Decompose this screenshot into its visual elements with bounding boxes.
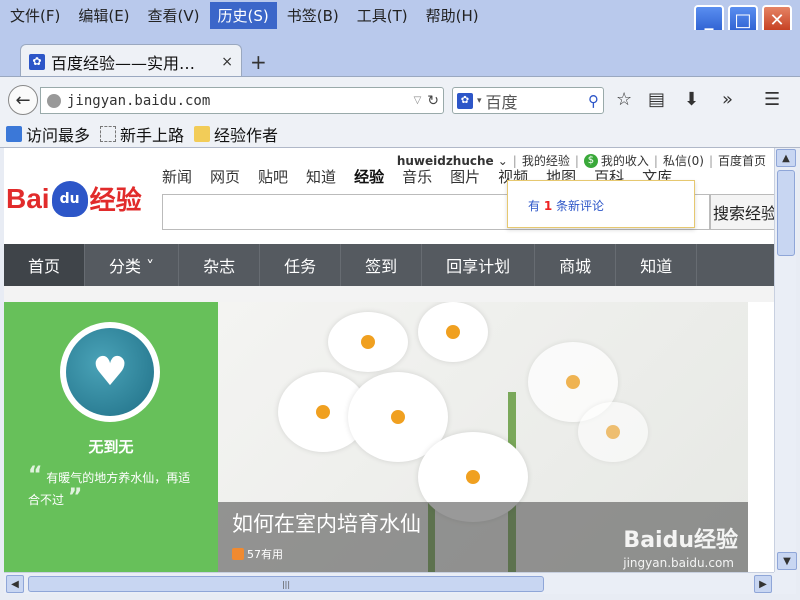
mainnav-checkin[interactable]: 签到 — [341, 244, 423, 286]
main-nav: 首页 分类 ˅ 杂志 任务 签到 回享计划 商城 知道 — [4, 244, 774, 286]
notice-text: 有 — [528, 199, 544, 213]
bookmark-label: 经验作者 — [214, 125, 279, 145]
search-input[interactable]: 百度 — [486, 89, 588, 113]
author-name[interactable]: 无到无 — [4, 436, 218, 457]
horizontal-scroll-thumb[interactable]: ||| — [28, 576, 544, 592]
tab-title: 百度经验——实用… — [51, 53, 196, 73]
mainnav-mall[interactable]: 商城 — [535, 244, 617, 286]
menu-file[interactable]: 文件(F) — [2, 2, 68, 29]
bookmark-most-visited[interactable]: 访问最多 — [6, 122, 90, 146]
engine-dropdown-icon[interactable]: ▾ — [477, 96, 482, 106]
bookmark-author[interactable]: 经验作者 — [194, 122, 278, 146]
reload-icon[interactable]: ↻ — [427, 93, 439, 109]
hamburger-menu-icon[interactable]: ☰ — [764, 89, 780, 110]
logo-text: 经验 — [89, 186, 142, 216]
browser-tab[interactable]: ✿ 百度经验——实用… × — [20, 44, 242, 78]
notification-popup[interactable]: 有 1 条新评论 — [507, 180, 695, 228]
search-engine-icon[interactable]: ✿ — [457, 92, 473, 109]
bookmark-getting-started[interactable]: 新手上路 — [100, 122, 184, 146]
url-text[interactable]: jingyan.baidu.com — [67, 93, 414, 109]
bookmarks-bar: 访问最多 新手上路 经验作者 — [0, 120, 800, 148]
vertical-scrollbar[interactable]: ▲ ▼ — [774, 148, 797, 572]
search-experience-button[interactable]: 搜索经验 — [710, 194, 774, 230]
logo-text: Bai — [6, 182, 50, 214]
baidu-favicon-icon: ✿ — [29, 53, 45, 70]
new-tab-button[interactable]: + — [250, 50, 267, 74]
thumbs-up-icon — [232, 548, 244, 560]
url-dropdown-icon[interactable]: ▽ — [414, 95, 422, 106]
daffodil-flower — [418, 302, 488, 362]
menu-help[interactable]: 帮助(H) — [418, 2, 487, 29]
topnav-web[interactable]: 网页 — [210, 166, 240, 187]
menu-tools[interactable]: 工具(T) — [349, 2, 416, 29]
author-quote: “ 有暖气的地方养水仙，再适合不过 ” — [28, 463, 198, 510]
logo-paw: du — [51, 180, 88, 217]
menu-edit[interactable]: 编辑(E) — [70, 2, 137, 29]
daffodil-flower — [578, 402, 648, 462]
notice-text: 条新评论 — [552, 199, 605, 213]
folder-icon — [194, 125, 211, 142]
navigation-bar: ← jingyan.baidu.com ▽ ↻ ✿ ▾ 百度 ⚲ ☆ ▤ ⬇ »… — [0, 76, 800, 120]
scroll-down-arrow-icon[interactable]: ▼ — [777, 552, 797, 570]
quote-text: 有暖气的地方养水仙，再适合不过 — [28, 471, 191, 507]
topnav-jingyan[interactable]: 经验 — [354, 166, 384, 187]
close-quote-icon: ” — [67, 485, 83, 510]
menu-bar: 文件(F) 编辑(E) 查看(V) 历史(S) 书签(B) 工具(T) 帮助(H… — [0, 0, 800, 30]
topnav-music[interactable]: 音乐 — [402, 166, 432, 187]
vertical-scroll-thumb[interactable] — [777, 170, 795, 256]
search-icon[interactable]: ⚲ — [588, 92, 599, 110]
url-bar[interactable]: jingyan.baidu.com ▽ ↻ — [40, 87, 444, 114]
mainnav-share-plan[interactable]: 回享计划 — [422, 244, 536, 286]
hero-image[interactable]: 如何在室内培育水仙 57有用 Baidu经验 jingyan.baidu.com — [218, 302, 748, 572]
bookmark-star-icon[interactable]: ☆ — [616, 89, 632, 110]
scroll-up-arrow-icon[interactable]: ▲ — [776, 149, 796, 167]
watermark-url: jingyan.baidu.com — [623, 556, 734, 570]
mainnav-home[interactable]: 首页 — [4, 244, 86, 286]
web-page: huweidzhuche ⌄ | 我的经验 | $ 我的收入 | 私信(0) |… — [4, 148, 774, 572]
mainnav-categories[interactable]: 分类 ˅ — [85, 244, 180, 286]
tab-close-icon[interactable]: × — [221, 54, 233, 70]
search-bar[interactable]: ✿ ▾ 百度 ⚲ — [452, 87, 604, 114]
topnav-tieba[interactable]: 贴吧 — [258, 166, 288, 187]
likes-text: 57有用 — [247, 548, 283, 561]
baidu-home-link[interactable]: 百度首页 — [718, 152, 766, 169]
globe-icon — [47, 93, 61, 108]
heart-avatar-icon: ♥ — [66, 328, 154, 416]
author-panel: ♥ 无到无 “ 有暖气的地方养水仙，再适合不过 ” — [4, 302, 228, 572]
daffodil-flower — [328, 312, 408, 372]
notice-count: 1 — [543, 199, 553, 213]
mainnav-zhidao[interactable]: 知道 — [616, 244, 698, 286]
page-icon — [100, 125, 117, 142]
menu-view[interactable]: 查看(V) — [140, 2, 208, 29]
spacer-band — [4, 286, 774, 302]
overflow-icon[interactable]: » — [722, 89, 733, 110]
avatar[interactable]: ♥ — [60, 322, 160, 422]
horizontal-scrollbar[interactable]: ◀ ||| ▶ — [4, 572, 774, 594]
bookmark-label: 新手上路 — [120, 125, 185, 145]
menu-history[interactable]: 历史(S) — [209, 1, 277, 29]
scrollbar-corner — [774, 572, 796, 594]
mainnav-magazine[interactable]: 杂志 — [179, 244, 261, 286]
scroll-right-arrow-icon[interactable]: ▶ — [754, 575, 772, 593]
topnav-images[interactable]: 图片 — [450, 166, 480, 187]
mainnav-tasks[interactable]: 任务 — [260, 244, 342, 286]
open-quote-icon: “ — [28, 463, 43, 488]
tab-bar: ✿ 百度经验——实用… × — [0, 30, 800, 78]
watermark: Baidu经验 — [623, 528, 738, 553]
most-visited-icon — [6, 125, 22, 142]
topnav-zhidao[interactable]: 知道 — [306, 166, 336, 187]
menu-bookmarks[interactable]: 书签(B) — [279, 2, 347, 29]
baidu-jingyan-logo[interactable]: Bai du 经验 — [6, 180, 142, 217]
download-icon[interactable]: ⬇ — [684, 89, 699, 110]
scroll-left-arrow-icon[interactable]: ◀ — [6, 575, 24, 593]
back-button[interactable]: ← — [8, 85, 38, 115]
bookmark-label: 访问最多 — [26, 125, 91, 145]
topnav-news[interactable]: 新闻 — [162, 166, 192, 187]
reading-list-icon[interactable]: ▤ — [648, 89, 665, 110]
